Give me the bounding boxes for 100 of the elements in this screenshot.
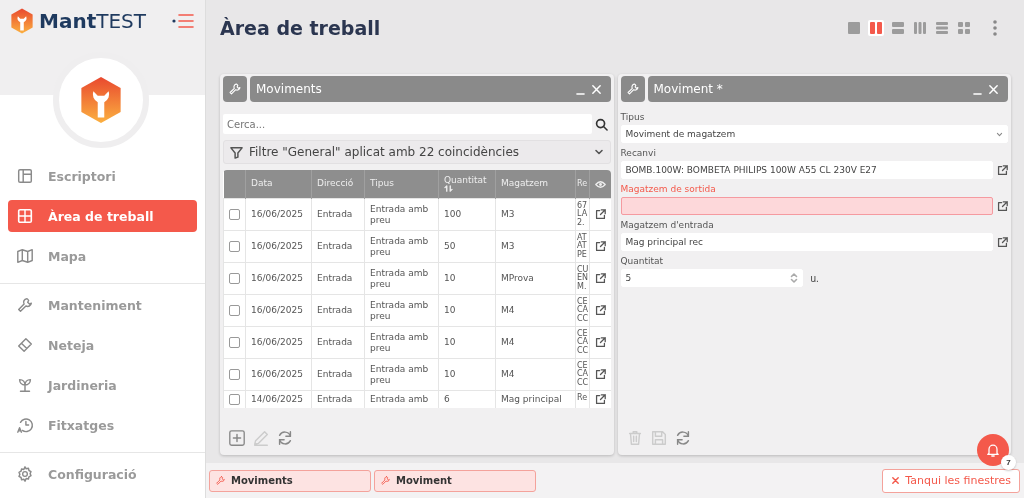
layout-button[interactable] bbox=[890, 20, 906, 36]
select-field[interactable]: Moviment de magatzem bbox=[620, 125, 1008, 143]
row-checkbox[interactable] bbox=[229, 394, 240, 405]
open-link-icon[interactable] bbox=[595, 305, 606, 316]
chevron-down-icon bbox=[996, 130, 1003, 138]
layout-icon bbox=[891, 21, 905, 35]
wrench-icon bbox=[380, 475, 391, 486]
add-button[interactable] bbox=[227, 429, 247, 449]
table-cell: Entrada bbox=[311, 230, 365, 263]
layout-button[interactable] bbox=[846, 20, 862, 36]
sidebar-item[interactable]: Configuració bbox=[8, 458, 197, 490]
row-checkbox[interactable] bbox=[229, 241, 240, 252]
column-header[interactable]: Quantitat bbox=[438, 170, 496, 199]
unit-label: u. bbox=[810, 272, 819, 284]
column-header[interactable]: Direcció bbox=[311, 170, 365, 199]
table-cell: 16/06/2025 bbox=[245, 358, 312, 391]
table-cell: Entrada bbox=[311, 294, 365, 327]
close-icon bbox=[988, 83, 999, 95]
more-options-button[interactable] bbox=[992, 19, 998, 37]
table-cell: Entrada amb preu bbox=[364, 198, 439, 231]
sort-icon[interactable] bbox=[444, 185, 453, 193]
sidebar-item[interactable]: Àrea de treball bbox=[8, 200, 197, 232]
filter-icon bbox=[230, 145, 243, 159]
table-cell: Entrada amb preu bbox=[364, 230, 439, 263]
minimize-icon bbox=[973, 92, 982, 95]
layout-button[interactable] bbox=[912, 20, 928, 36]
column-header[interactable]: Tipus bbox=[364, 170, 439, 199]
table-cell: Entrada bbox=[311, 358, 365, 391]
logo-icon bbox=[79, 76, 123, 124]
row-checkbox[interactable] bbox=[229, 337, 240, 348]
sidebar-item[interactable]: Fitxatges bbox=[8, 409, 197, 441]
close-all-button[interactable]: Tanqui les finestres bbox=[882, 468, 1020, 493]
save-icon bbox=[649, 429, 668, 447]
eye-icon[interactable] bbox=[595, 178, 606, 190]
filter-text: Filtre "General" aplicat amb 22 coincidències bbox=[249, 145, 521, 159]
column-header[interactable]: Magatzem bbox=[495, 170, 576, 199]
filter-bar[interactable]: Filtre "General" aplicat amb 22 coincidències bbox=[223, 140, 611, 164]
table-cell: Entrada amb preu bbox=[364, 294, 439, 327]
sidebar-item[interactable]: Neteja bbox=[8, 329, 197, 361]
table-cell: CE CA CC bbox=[575, 326, 590, 359]
table-cell: 50 bbox=[438, 230, 496, 263]
input-field[interactable] bbox=[620, 197, 993, 215]
column-header[interactable]: Data bbox=[245, 170, 312, 199]
clock-icon bbox=[16, 416, 34, 434]
field-label: Magatzem de sortida bbox=[620, 184, 717, 194]
table-cell: 16/06/2025 bbox=[245, 198, 312, 231]
collapse-menu-icon bbox=[171, 13, 195, 29]
search-icon[interactable] bbox=[594, 117, 608, 131]
taskbar-tab[interactable]: Moviment bbox=[374, 469, 536, 492]
row-checkbox[interactable] bbox=[229, 369, 240, 380]
table-cell: 16/06/2025 bbox=[245, 262, 312, 295]
table-cell: 100 bbox=[438, 198, 496, 231]
row-checkbox[interactable] bbox=[229, 273, 240, 284]
more-options-icon bbox=[992, 19, 998, 37]
window-title: Moviment * bbox=[653, 82, 724, 96]
spinner-icon[interactable] bbox=[789, 272, 798, 284]
wrench-icon bbox=[215, 475, 226, 486]
layout-button[interactable] bbox=[868, 20, 884, 36]
desktop-icon bbox=[16, 167, 34, 185]
row-checkbox[interactable] bbox=[229, 305, 240, 316]
collapse-menu-button[interactable] bbox=[171, 13, 195, 29]
table-cell: M3 bbox=[495, 230, 576, 263]
search-field[interactable]: Cerca... bbox=[223, 114, 592, 134]
table-cell: Entrada amb preu bbox=[364, 358, 439, 391]
row-checkbox[interactable] bbox=[229, 209, 240, 220]
bell-icon bbox=[985, 442, 1001, 458]
open-link-icon[interactable] bbox=[997, 236, 1008, 248]
open-link-icon[interactable] bbox=[595, 337, 606, 348]
table-cell: CE CA CC bbox=[575, 294, 590, 327]
table-cell: 67 LA 2. bbox=[575, 198, 590, 231]
open-link-icon[interactable] bbox=[595, 273, 606, 284]
layout-icon bbox=[869, 21, 883, 35]
sidebar-item[interactable]: Mapa bbox=[8, 240, 197, 272]
input-field[interactable]: Mag principal rec bbox=[620, 233, 993, 251]
refresh-icon bbox=[276, 429, 294, 447]
layout-button[interactable] bbox=[956, 20, 972, 36]
chevron-down-icon[interactable] bbox=[593, 147, 604, 157]
open-link-icon[interactable] bbox=[595, 209, 606, 220]
table-cell: M4 bbox=[495, 326, 576, 359]
open-link-icon[interactable] bbox=[595, 394, 606, 405]
sidebar-item[interactable]: Escriptori bbox=[8, 160, 197, 192]
table-cell: 10 bbox=[438, 358, 496, 391]
sidebar-item[interactable]: Jardineria bbox=[8, 369, 197, 401]
table-cell: Entrada amb preu bbox=[364, 326, 439, 359]
input-field[interactable]: BOMB.100W: BOMBETA PHILIPS 100W A55 CL 230V E27 bbox=[620, 161, 993, 179]
table-cell: 16/06/2025 bbox=[245, 294, 312, 327]
layout-button[interactable] bbox=[934, 20, 950, 36]
window-title: Moviments bbox=[256, 82, 323, 96]
field-label: Quantitat bbox=[620, 256, 665, 266]
open-link-icon[interactable] bbox=[595, 241, 606, 252]
open-link-icon[interactable] bbox=[595, 369, 606, 380]
sidebar-item[interactable]: Manteniment bbox=[8, 289, 197, 321]
taskbar-tab[interactable]: Moviments bbox=[209, 469, 371, 492]
table-cell: CE CA CC bbox=[575, 358, 590, 391]
number-field[interactable]: 5 bbox=[620, 269, 803, 287]
grid-icon bbox=[16, 207, 34, 225]
open-link-icon[interactable] bbox=[997, 200, 1008, 212]
map-icon bbox=[16, 247, 34, 265]
open-link-icon[interactable] bbox=[997, 164, 1008, 176]
field-label: Recanvi bbox=[620, 148, 657, 158]
